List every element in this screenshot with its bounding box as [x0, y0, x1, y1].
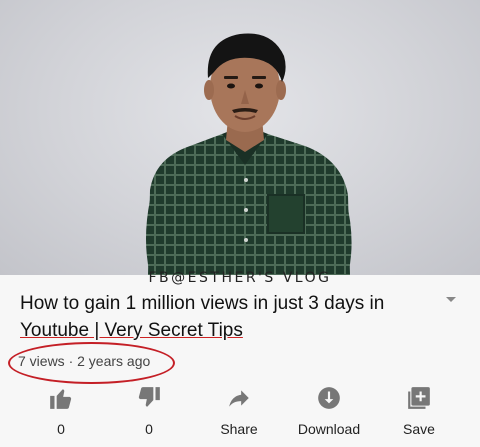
- like-button[interactable]: 0: [16, 385, 106, 437]
- save-button[interactable]: Save: [374, 385, 464, 437]
- add-to-playlist-icon: [408, 387, 430, 409]
- thumbs-up-icon: [50, 389, 72, 409]
- thumbs-down-icon: [138, 387, 160, 407]
- share-arrow-icon: [229, 390, 249, 407]
- expand-description-icon[interactable]: [443, 294, 459, 306]
- video-title[interactable]: How to gain 1 million views in just 3 da…: [20, 290, 430, 344]
- dislike-button[interactable]: 0: [104, 385, 194, 437]
- download-button[interactable]: Download: [284, 385, 374, 437]
- share-button[interactable]: Share: [194, 385, 284, 437]
- presenter-image: [146, 33, 352, 275]
- like-count: 0: [57, 421, 65, 437]
- video-thumbnail[interactable]: [0, 0, 480, 275]
- video-title-line-2: Youtube | Very Secret Tips: [20, 320, 243, 341]
- action-bar: 0 0 Share Download Save: [0, 385, 480, 447]
- dislike-count: 0: [145, 421, 153, 437]
- video-title-line-1: How to gain 1 million views in just 3 da…: [20, 293, 385, 314]
- view-count-and-date: 7 views · 2 years ago: [18, 353, 151, 369]
- save-label: Save: [403, 421, 435, 437]
- download-label: Download: [297, 421, 361, 437]
- download-icon: [318, 387, 340, 409]
- video-watermark: FB@ESTHER'S VLOG: [148, 270, 332, 286]
- share-label: Share: [220, 421, 258, 437]
